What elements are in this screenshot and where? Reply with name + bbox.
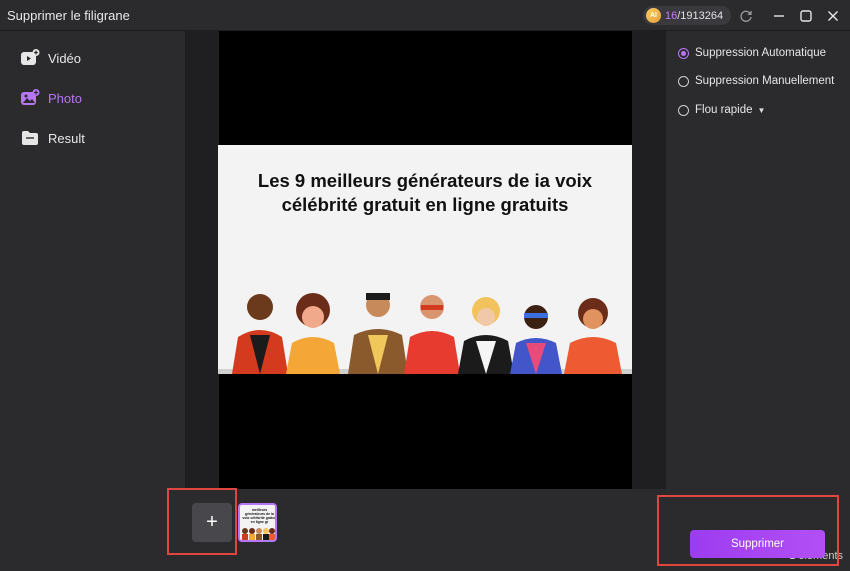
file-thumbnail[interactable]: meilleurs générateurs de ia voix célébri…: [238, 503, 277, 542]
add-highlight-box: [167, 488, 237, 555]
ai-badge-icon: AI: [646, 8, 661, 23]
image-plus-icon: [20, 88, 40, 108]
sidebar-item-video[interactable]: Vidéo: [20, 46, 81, 70]
credits-used: 16: [665, 9, 678, 22]
refresh-icon[interactable]: [736, 6, 756, 26]
title-bar: Supprimer le filigrane AI 16 /1913264: [0, 0, 850, 31]
sidebar-item-photo[interactable]: Photo: [20, 86, 82, 110]
minimize-icon[interactable]: [769, 6, 789, 26]
video-plus-icon: [20, 48, 40, 68]
sidebar-item-result[interactable]: Result: [20, 126, 85, 150]
window-title: Supprimer le filigrane: [7, 8, 130, 23]
illustrated-people-image: [218, 293, 632, 374]
folder-icon: [20, 128, 40, 148]
credits-total: /1913264: [677, 9, 724, 22]
preview-image[interactable]: Les 9 meilleurs générateurs de ia voix c…: [218, 145, 632, 374]
radio-unchecked-icon[interactable]: [678, 104, 689, 116]
option-label: Suppression Manuellement: [695, 75, 835, 87]
supprimer-button[interactable]: Supprimer: [690, 530, 825, 558]
option-label: Flou rapide: [695, 104, 753, 116]
sidebar-item-label: Vidéo: [48, 50, 82, 66]
credits-counter[interactable]: AI 16 /1913264: [643, 6, 731, 25]
maximize-icon[interactable]: [796, 6, 816, 26]
radio-unchecked-icon[interactable]: [678, 75, 689, 87]
chevron-down-icon[interactable]: ▼: [758, 106, 766, 115]
option-label: Suppression Automatique: [695, 47, 827, 59]
preview-area: Les 9 meilleurs générateurs de ia voix c…: [185, 31, 666, 489]
sidebar-item-label: Result: [48, 130, 85, 146]
options-panel: Suppression Automatique Suppression Manu…: [666, 31, 850, 489]
option-flou-rapide[interactable]: Flou rapide ▼: [678, 102, 765, 118]
option-suppression-manuellement[interactable]: Suppression Manuellement: [678, 73, 834, 89]
sidebar-item-label: Photo: [48, 90, 82, 106]
option-suppression-automatique[interactable]: Suppression Automatique: [678, 45, 826, 61]
sidebar: Vidéo Photo Result: [0, 31, 185, 571]
radio-checked-icon[interactable]: [678, 47, 689, 59]
thumbnail-people-icon: [242, 528, 275, 540]
close-icon[interactable]: [823, 6, 843, 26]
